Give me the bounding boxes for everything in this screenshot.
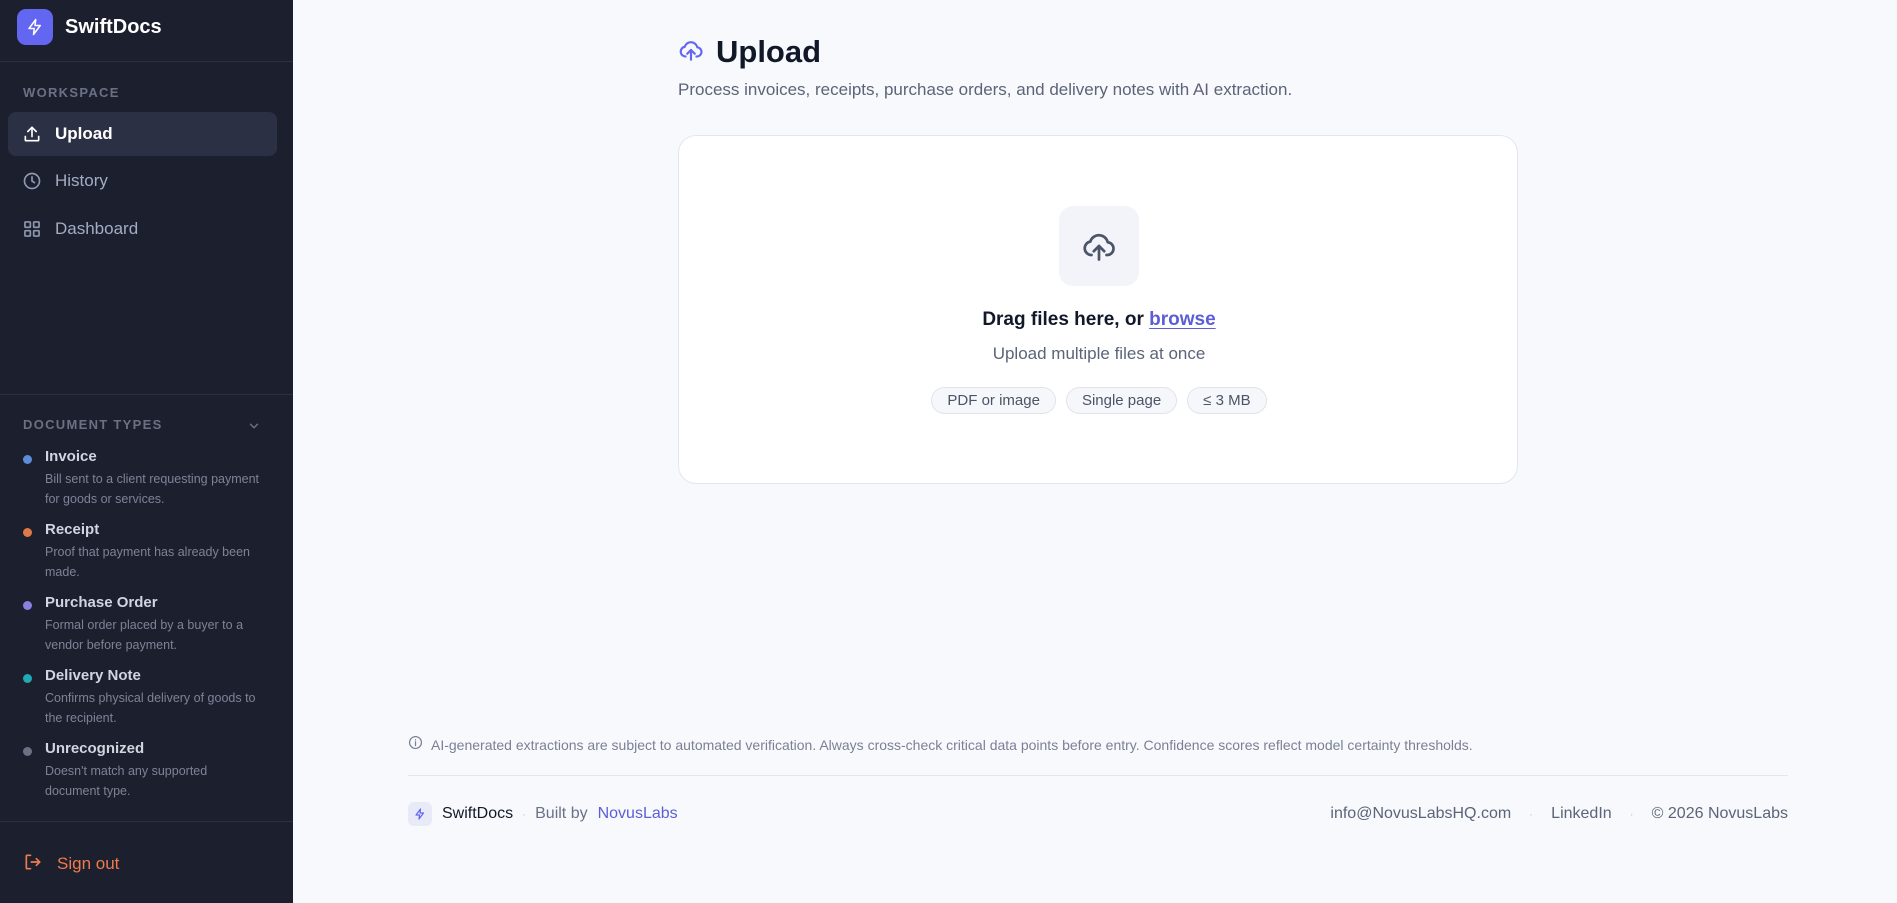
doc-type-desc: Doesn't match any supported document typ…	[45, 764, 208, 798]
doc-type-name: Purchase Order	[45, 594, 158, 611]
nav-item-history[interactable]: History	[8, 159, 277, 203]
footer-brand-name: SwiftDocs	[442, 805, 514, 822]
sidebar: SwiftDocs WORKSPACE Upload History Dashb…	[0, 0, 293, 903]
lightning-logo-icon	[408, 802, 432, 826]
sign-out-label: Sign out	[57, 854, 120, 873]
page-subtitle: Process invoices, receipts, purchase ord…	[678, 80, 1293, 99]
dropzone-prompt: Drag files here, or browse	[679, 309, 1519, 331]
file-requirements: PDF or image Single page ≤ 3 MB	[679, 387, 1519, 414]
footer-brand: SwiftDocs · Built by NovusLabs	[408, 802, 678, 826]
status-dot	[23, 528, 32, 537]
email-link[interactable]: info@NovusLabsHQ.com	[1330, 805, 1511, 823]
file-dropzone[interactable]: Drag files here, or browse Upload multip…	[678, 135, 1518, 484]
nav-item-dashboard[interactable]: Dashboard	[8, 207, 277, 251]
built-by-text: Built by	[535, 805, 588, 822]
doc-type-desc: Formal order placed by a buyer to a vend…	[45, 618, 244, 652]
doc-type-name: Receipt	[45, 521, 100, 538]
status-dot	[23, 747, 32, 756]
doc-type-name: Unrecognized	[45, 740, 145, 757]
nav-label: Dashboard	[55, 219, 139, 238]
cloud-upload-icon	[678, 37, 704, 68]
status-dot	[23, 674, 32, 683]
nav-item-upload[interactable]: Upload	[8, 112, 277, 156]
browse-link[interactable]: browse	[1149, 309, 1216, 330]
doc-type-desc: Confirms physical delivery of goods to t…	[45, 691, 256, 725]
dropzone-subtext: Upload multiple files at once	[992, 344, 1206, 363]
sidebar-divider	[0, 61, 293, 62]
nav-label: Upload	[55, 124, 113, 143]
brand[interactable]: SwiftDocs	[17, 9, 162, 45]
info-icon	[408, 735, 423, 755]
separator-dot: ·	[1629, 807, 1634, 821]
upload-icon	[22, 124, 42, 144]
status-dot	[23, 455, 32, 464]
sidebar-divider	[0, 821, 293, 822]
chip-file-type: PDF or image	[931, 387, 1056, 414]
dropzone-prompt-text: Drag files here, or	[982, 309, 1150, 330]
disclaimer-text: AI-generated extractions are subject to …	[431, 737, 1473, 753]
doc-type-name: Delivery Note	[45, 667, 141, 684]
logout-icon	[23, 852, 43, 877]
grid-icon	[22, 219, 42, 239]
document-types-label: DOCUMENT TYPES	[23, 417, 163, 432]
page-header: Upload	[678, 34, 821, 70]
brand-name: SwiftDocs	[65, 15, 162, 38]
footer-links: info@NovusLabsHQ.com · LinkedIn · © 2026…	[1330, 802, 1788, 826]
separator-dot: ·	[522, 807, 527, 821]
status-dot	[23, 601, 32, 610]
footer-divider	[408, 775, 1788, 776]
doc-type-name: Invoice	[45, 448, 97, 465]
separator-dot: ·	[1529, 807, 1534, 821]
chip-file-size: ≤ 3 MB	[1187, 387, 1267, 414]
linkedin-link[interactable]: LinkedIn	[1551, 805, 1612, 823]
chip-page-count: Single page	[1065, 387, 1178, 414]
cloud-upload-icon	[1059, 206, 1139, 286]
chevron-down-icon[interactable]	[243, 416, 265, 436]
nav-label: History	[55, 171, 108, 190]
sidebar-divider	[0, 394, 293, 395]
sign-out-button[interactable]: Sign out	[23, 850, 119, 878]
ai-disclaimer: AI-generated extractions are subject to …	[408, 735, 1473, 755]
doc-type-desc: Bill sent to a client requesting payment…	[45, 472, 260, 506]
lightning-logo-icon	[17, 9, 53, 45]
doc-type-desc: Proof that payment has already been made…	[45, 545, 250, 579]
copyright: © 2026 NovusLabs	[1651, 805, 1788, 822]
page-title: Upload	[716, 34, 822, 69]
novuslabs-link[interactable]: NovusLabs	[598, 805, 678, 823]
workspace-label: WORKSPACE	[23, 85, 120, 100]
clock-icon	[22, 171, 42, 191]
